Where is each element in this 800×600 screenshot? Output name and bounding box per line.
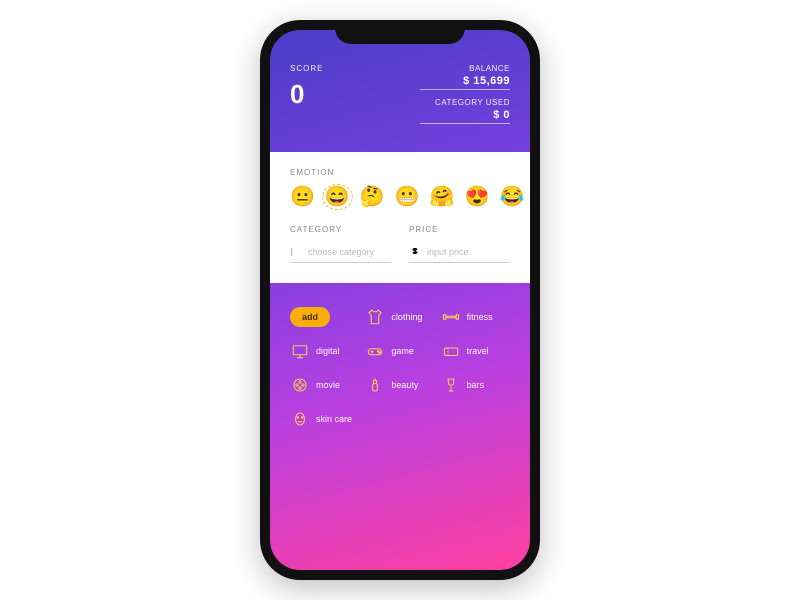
score-value: 0 xyxy=(290,79,323,110)
film-icon xyxy=(290,375,310,395)
category-clothing[interactable]: clothing xyxy=(365,307,434,327)
tshirt-icon xyxy=(365,307,385,327)
balance-block: BALANCE $ 15,699 CATEGORY USED $ 0 xyxy=(420,64,510,132)
category-bars[interactable]: bars xyxy=(441,375,510,395)
category-digital[interactable]: digital xyxy=(290,341,359,361)
category-label: game xyxy=(391,346,414,356)
emoji-neutral[interactable]: 😐 xyxy=(290,187,315,207)
add-label: add xyxy=(302,312,318,322)
wine-icon xyxy=(441,375,461,395)
category-grid: add clothing fitness xyxy=(290,307,510,429)
header: SCORE 0 BALANCE $ 15,699 CATEGORY USED $… xyxy=(270,30,530,146)
category-used-row: CATEGORY USED $ 0 xyxy=(420,98,510,124)
category-travel[interactable]: travel xyxy=(441,341,510,361)
face-mask-icon xyxy=(290,409,310,429)
perfume-icon xyxy=(365,375,385,395)
monitor-icon xyxy=(290,341,310,361)
emoji-heart-eyes[interactable]: 😍 xyxy=(465,187,490,207)
score-block: SCORE 0 xyxy=(290,64,323,132)
grid-spacer xyxy=(441,409,510,429)
category-used-value: $ 0 xyxy=(420,109,510,121)
price-field-label: PRICE xyxy=(409,225,510,234)
category-label: travel xyxy=(467,346,489,356)
balance-value: $ 15,699 xyxy=(420,75,510,87)
category-label: beauty xyxy=(391,380,418,390)
fields: CATEGORY PRICE xyxy=(290,225,510,263)
emoji-laugh[interactable]: 😂 xyxy=(499,187,524,207)
price-input-row[interactable] xyxy=(409,246,510,263)
emoji-grimace[interactable]: 😬 xyxy=(395,187,420,207)
category-label: bars xyxy=(467,380,485,390)
stage: SCORE 0 BALANCE $ 15,699 CATEGORY USED $… xyxy=(0,0,800,600)
gamepad-icon xyxy=(365,341,385,361)
category-field-label: CATEGORY xyxy=(290,225,391,234)
screen: SCORE 0 BALANCE $ 15,699 CATEGORY USED $… xyxy=(270,30,530,570)
category-fitness[interactable]: fitness xyxy=(441,307,510,327)
phone-frame: SCORE 0 BALANCE $ 15,699 CATEGORY USED $… xyxy=(260,20,540,580)
emoji-row: 😐 😄 🤔 😬 🤗 😍 😂 xyxy=(290,187,510,207)
category-label: digital xyxy=(316,346,340,356)
price-input[interactable] xyxy=(427,247,510,257)
add-button[interactable]: add xyxy=(290,307,330,327)
category-grid-section: add clothing fitness xyxy=(270,283,530,439)
balance-row: BALANCE $ 15,699 xyxy=(420,64,510,90)
category-input[interactable] xyxy=(308,247,391,257)
notch xyxy=(335,20,465,44)
category-label: skin care xyxy=(316,414,352,424)
emoji-hug[interactable]: 🤗 xyxy=(430,187,455,207)
category-field: CATEGORY xyxy=(290,225,391,263)
emoji-happy[interactable]: 😄 xyxy=(325,187,350,207)
category-label: clothing xyxy=(391,312,422,322)
price-field: PRICE xyxy=(409,225,510,263)
dumbbell-icon xyxy=(441,307,461,327)
category-label: fitness xyxy=(467,312,493,322)
emotion-label: EMOTION xyxy=(290,168,510,177)
category-skincare[interactable]: skin care xyxy=(290,409,359,429)
category-input-row[interactable] xyxy=(290,246,391,263)
score-label: SCORE xyxy=(290,64,323,73)
emoji-thinking[interactable]: 🤔 xyxy=(360,187,385,207)
category-movie[interactable]: movie xyxy=(290,375,359,395)
balance-label: BALANCE xyxy=(420,64,510,73)
list-icon xyxy=(290,246,302,258)
ticket-icon xyxy=(441,341,461,361)
category-beauty[interactable]: beauty xyxy=(365,375,434,395)
category-used-label: CATEGORY USED xyxy=(420,98,510,107)
dollar-icon xyxy=(409,246,421,258)
category-game[interactable]: game xyxy=(365,341,434,361)
category-label: movie xyxy=(316,380,340,390)
grid-spacer xyxy=(365,409,434,429)
input-card: EMOTION 😐 😄 🤔 😬 🤗 😍 😂 CATEGORY xyxy=(270,152,530,283)
